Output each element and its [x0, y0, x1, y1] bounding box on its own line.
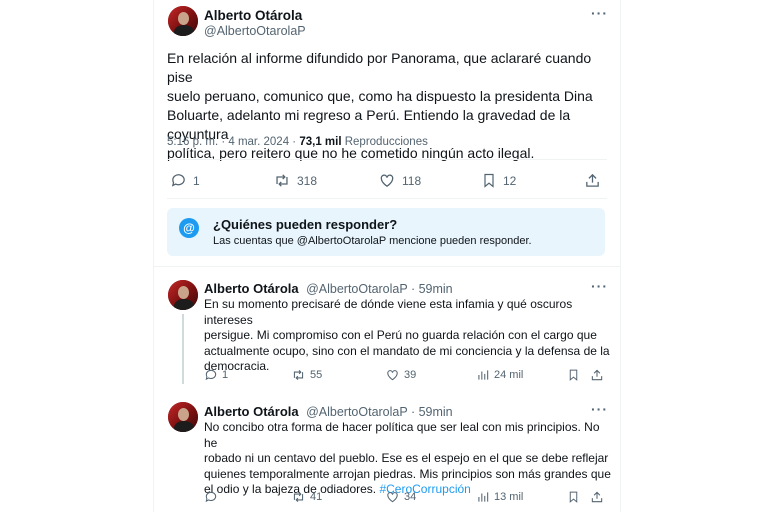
more-options-icon[interactable]: ··· — [591, 5, 608, 21]
share-button[interactable] — [590, 368, 604, 382]
retweet-icon — [293, 491, 304, 503]
reply-text-line: actualmente ocupo, sino con el mandato d… — [204, 343, 610, 358]
bookmark-button[interactable] — [567, 368, 580, 382]
like-count: 39 — [404, 369, 417, 381]
tweet-meta: 5:16 p. m. · 4 mar. 2024 · 73,1 mil Repr… — [167, 136, 428, 148]
views-button[interactable]: 13 mil — [476, 490, 523, 504]
reply-text-line: quienes temporalmente arrojan piedras. M… — [204, 466, 611, 481]
reply-text-line: No concibo otra forma de hacer política … — [204, 420, 600, 450]
share-icon — [586, 173, 599, 187]
notice-title: ¿Quiénes pueden responder? — [213, 217, 398, 232]
like-button[interactable]: 39 — [385, 368, 416, 382]
share-button[interactable] — [584, 172, 601, 189]
heart-icon — [380, 174, 394, 187]
views-count: 73,1 mil — [299, 136, 342, 148]
retweet-button[interactable]: 55 — [291, 368, 322, 382]
retweet-count: 55 — [310, 369, 323, 381]
who-can-reply-notice: @ ¿Quiénes pueden responder? Las cuentas… — [167, 208, 605, 256]
tweet-column: Alberto Otárola @AlbertoOtarolaP ··· En … — [153, 0, 621, 512]
more-options-icon[interactable]: ··· — [591, 278, 608, 294]
like-button[interactable]: 34 — [385, 490, 416, 504]
notice-subtitle: Las cuentas que @AlbertoOtarolaP mencion… — [213, 235, 532, 247]
reply-button[interactable] — [204, 490, 222, 504]
author-handle[interactable]: @AlbertoOtarolaP · 59min — [306, 405, 453, 419]
reply-count: 1 — [222, 369, 229, 381]
retweet-icon — [276, 174, 288, 187]
share-icon — [591, 369, 603, 381]
tweet-text-line: suelo peruano, comunico que, como ha dis… — [167, 88, 593, 104]
views-count: 13 mil — [494, 491, 524, 503]
bookmark-button[interactable] — [567, 490, 580, 504]
like-count: 118 — [402, 173, 422, 188]
bookmark-button[interactable]: 12 — [481, 172, 516, 189]
retweet-button[interactable]: 41 — [291, 490, 322, 504]
heart-icon — [387, 492, 398, 503]
reply-icon — [205, 491, 217, 503]
reply-header: Alberto Otárola @AlbertoOtarolaP · 59min — [204, 280, 453, 298]
reply-text-line: persigue. Mi compromiso con el Perú no g… — [204, 328, 597, 342]
retweet-button[interactable]: 318 — [273, 172, 317, 189]
retweet-icon — [293, 369, 304, 381]
reply-text: En su momento precisaré de dónde viene e… — [204, 297, 614, 375]
thread-line — [182, 314, 184, 384]
bookmark-count: 12 — [503, 173, 517, 188]
views-button[interactable]: 24 mil — [476, 368, 523, 382]
retweet-count: 318 — [297, 173, 318, 188]
reply-tweet[interactable]: Alberto Otárola @AlbertoOtarolaP · 59min… — [154, 392, 620, 512]
retweet-count: 41 — [310, 491, 323, 503]
reply-tweet[interactable]: Alberto Otárola @AlbertoOtarolaP · 59min… — [154, 268, 620, 388]
more-options-icon[interactable]: ··· — [591, 401, 608, 417]
share-icon — [591, 491, 603, 503]
views-count: 24 mil — [494, 369, 524, 381]
divider — [167, 159, 607, 160]
heart-icon — [387, 370, 398, 381]
bookmark-icon — [569, 369, 578, 381]
author-name[interactable]: Alberto Otárola — [204, 8, 302, 23]
views-bar-icon — [478, 370, 489, 380]
author-avatar[interactable] — [168, 280, 198, 310]
like-count: 34 — [404, 491, 417, 503]
divider — [167, 198, 607, 199]
author-avatar[interactable] — [168, 402, 198, 432]
reply-text-line: robado ni un centavo del pueblo. Ese es … — [204, 451, 609, 465]
bookmark-icon — [569, 491, 578, 503]
share-button[interactable] — [590, 490, 604, 504]
views-label: Reproducciones — [344, 136, 428, 148]
like-button[interactable]: 118 — [378, 172, 421, 189]
reply-icon — [171, 174, 185, 187]
reply-text: No concibo otra forma de hacer política … — [204, 420, 614, 498]
divider — [154, 266, 620, 267]
views-bar-icon — [478, 492, 489, 502]
author-handle[interactable]: @AlbertoOtarolaP — [204, 24, 306, 38]
at-icon: @ — [179, 218, 199, 238]
author-name[interactable]: Alberto Otárola — [204, 404, 299, 419]
reply-header: Alberto Otárola @AlbertoOtarolaP · 59min — [204, 403, 453, 421]
author-handle[interactable]: @AlbertoOtarolaP · 59min — [306, 282, 453, 296]
tweet-timestamp[interactable]: 5:16 p. m. · 4 mar. 2024 · — [167, 136, 296, 148]
tweet-text-line: En relación al informe difundido por Pan… — [167, 50, 592, 85]
reply-button[interactable]: 1 — [170, 172, 200, 189]
author-name[interactable]: Alberto Otárola — [204, 281, 299, 296]
bookmark-icon — [484, 173, 494, 188]
reply-button[interactable]: 1 — [204, 368, 228, 382]
reply-count: 1 — [193, 173, 200, 188]
reply-text-line: En su momento precisaré de dónde viene e… — [204, 297, 573, 327]
author-avatar[interactable] — [168, 6, 198, 36]
reply-icon — [205, 369, 217, 381]
